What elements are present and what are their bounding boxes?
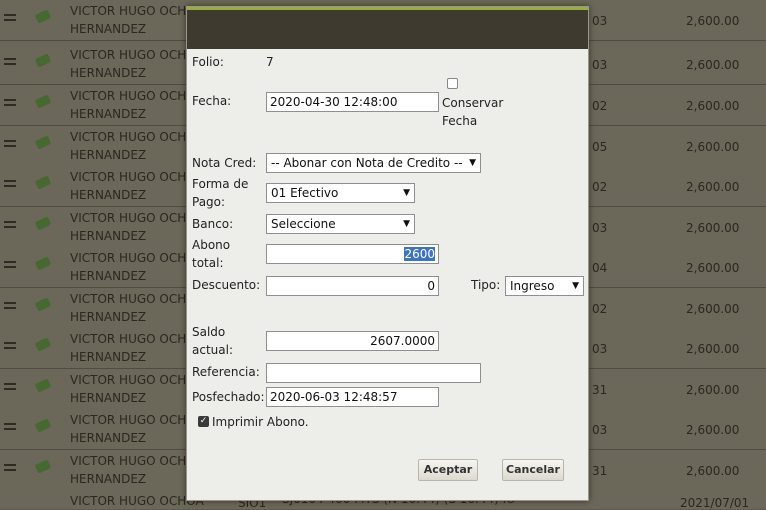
client-name: VICTOR HUGO OCHOA HERNANDEZ [70, 170, 204, 202]
money-icon[interactable] [34, 459, 52, 474]
money-icon[interactable] [34, 53, 52, 68]
tipo-label: Tipo: [471, 278, 501, 292]
chevron-down-icon: ▼ [403, 188, 410, 198]
conservar-fecha-checkbox[interactable] [447, 78, 458, 89]
money-icon[interactable] [34, 216, 52, 231]
imprimir-abono-checkbox[interactable]: ✓ [198, 416, 209, 427]
date-fragment: 03 [592, 14, 608, 28]
money-icon[interactable] [34, 297, 52, 312]
date-fragment: 03 [592, 342, 608, 356]
folio-label: Folio: [192, 55, 224, 69]
money-icon[interactable] [34, 135, 52, 150]
folio-value: 7 [266, 55, 274, 69]
abono-total-input[interactable]: 2600 [266, 244, 439, 264]
client-name: VICTOR HUGO OCHOA HERNANDEZ [70, 211, 204, 243]
nota-cred-select[interactable]: -- Abonar con Nota de Credito -- ▼ [266, 153, 481, 173]
client-name: VICTOR HUGO OCHOA HERNANDEZ [70, 332, 204, 364]
client-name: VICTOR HUGO OCHOA HERNANDEZ [70, 48, 204, 80]
descuento-input[interactable] [266, 276, 439, 296]
date-fragment: 03 [592, 423, 608, 437]
money-icon[interactable] [34, 337, 52, 352]
swap-icon[interactable] [4, 140, 16, 150]
date-fragment: 03 [592, 221, 608, 235]
amount: 2,600.00 [686, 140, 740, 154]
date-fragment: 31 [592, 383, 608, 397]
money-icon[interactable] [34, 94, 52, 109]
swap-icon[interactable] [4, 302, 16, 312]
date-fragment: 05 [592, 140, 608, 154]
date-fragment: 02 [592, 302, 608, 316]
money-icon[interactable] [34, 175, 52, 190]
imprimir-abono-label: Imprimir Abono. [212, 415, 309, 429]
swap-icon[interactable] [4, 99, 16, 109]
dialog-header[interactable] [187, 7, 588, 49]
amount: 2,600.00 [686, 383, 740, 397]
swap-icon[interactable] [4, 58, 16, 68]
referencia-label: Referencia: [192, 365, 260, 379]
swap-icon[interactable] [4, 342, 16, 352]
forma-pago-label: Forma de Pago: [192, 177, 249, 209]
swap-icon[interactable] [4, 180, 16, 190]
nota-cred-label: Nota Cred: [192, 156, 257, 170]
posfechado-label: Posfechado: [192, 390, 265, 404]
banco-select[interactable]: Seleccione ▼ [266, 214, 415, 234]
descuento-label: Descuento: [192, 278, 261, 292]
amount: 2,600.00 [686, 14, 740, 28]
tipo-select[interactable]: Ingreso ▼ [505, 276, 584, 296]
date-fragment: 03 [592, 58, 608, 72]
date-fragment: 02 [592, 180, 608, 194]
client-name: VICTOR HUGO OCHOA [70, 494, 204, 508]
forma-pago-select[interactable]: 01 Efectivo ▼ [266, 183, 415, 203]
swap-icon[interactable] [4, 423, 16, 433]
amount: 2,600.00 [686, 423, 740, 437]
row-date: 2021/07/01 [680, 496, 750, 510]
client-name: VICTOR HUGO OCHOA HERNANDEZ [70, 373, 204, 405]
money-icon[interactable] [34, 256, 52, 271]
date-fragment: 04 [592, 261, 608, 275]
cancelar-button[interactable]: Cancelar [502, 459, 564, 481]
money-icon[interactable] [34, 418, 52, 433]
chevron-down-icon: ▼ [403, 219, 410, 229]
posfechado-input[interactable] [266, 387, 439, 407]
client-name: VICTOR HUGO OCHOA HERNANDEZ [70, 89, 204, 121]
conservar-label: Conservar Fecha [442, 96, 504, 128]
amount: 2,600.00 [686, 180, 740, 194]
amount: 2,600.00 [686, 342, 740, 356]
chevron-down-icon: ▼ [572, 281, 579, 291]
client-name: VICTOR HUGO OCHOA HERNANDEZ [70, 454, 204, 486]
abono-total-label: Abono total: [192, 238, 231, 270]
client-name: VICTOR HUGO OCHOA HERNANDEZ [70, 292, 204, 324]
amount: 2,600.00 [686, 58, 740, 72]
fecha-input[interactable] [266, 92, 439, 112]
swap-icon[interactable] [4, 221, 16, 231]
client-name: VICTOR HUGO OCHOA HERNANDEZ [70, 4, 204, 36]
amount: 2,600.00 [686, 302, 740, 316]
swap-icon[interactable] [4, 464, 16, 474]
amount: 2,600.00 [686, 99, 740, 113]
money-icon[interactable] [34, 378, 52, 393]
amount: 2,600.00 [686, 464, 740, 478]
abono-dialog: Folio: 7 Fecha: ConservarFecha Nota Cred… [186, 6, 589, 501]
amount: 2,600.00 [686, 261, 740, 275]
swap-icon[interactable] [4, 261, 16, 271]
banco-label: Banco: [192, 217, 234, 231]
client-name: VICTOR HUGO OCHOA HERNANDEZ [70, 251, 204, 283]
date-fragment: 31 [592, 464, 608, 478]
swap-icon[interactable] [4, 14, 16, 24]
referencia-input[interactable] [266, 363, 481, 383]
money-icon[interactable] [34, 9, 52, 24]
aceptar-button[interactable]: Aceptar [418, 459, 478, 481]
amount: 2,600.00 [686, 221, 740, 235]
chevron-down-icon: ▼ [469, 158, 476, 168]
fecha-label: Fecha: [192, 94, 232, 108]
client-name: VICTOR HUGO OCHOA HERNANDEZ [70, 130, 204, 162]
saldo-actual-label: Saldo actual: [192, 325, 233, 357]
client-name: VICTOR HUGO OCHOA HERNANDEZ [70, 413, 204, 445]
date-fragment: 02 [592, 99, 608, 113]
swap-icon[interactable] [4, 383, 16, 393]
saldo-actual-input[interactable] [266, 331, 439, 351]
